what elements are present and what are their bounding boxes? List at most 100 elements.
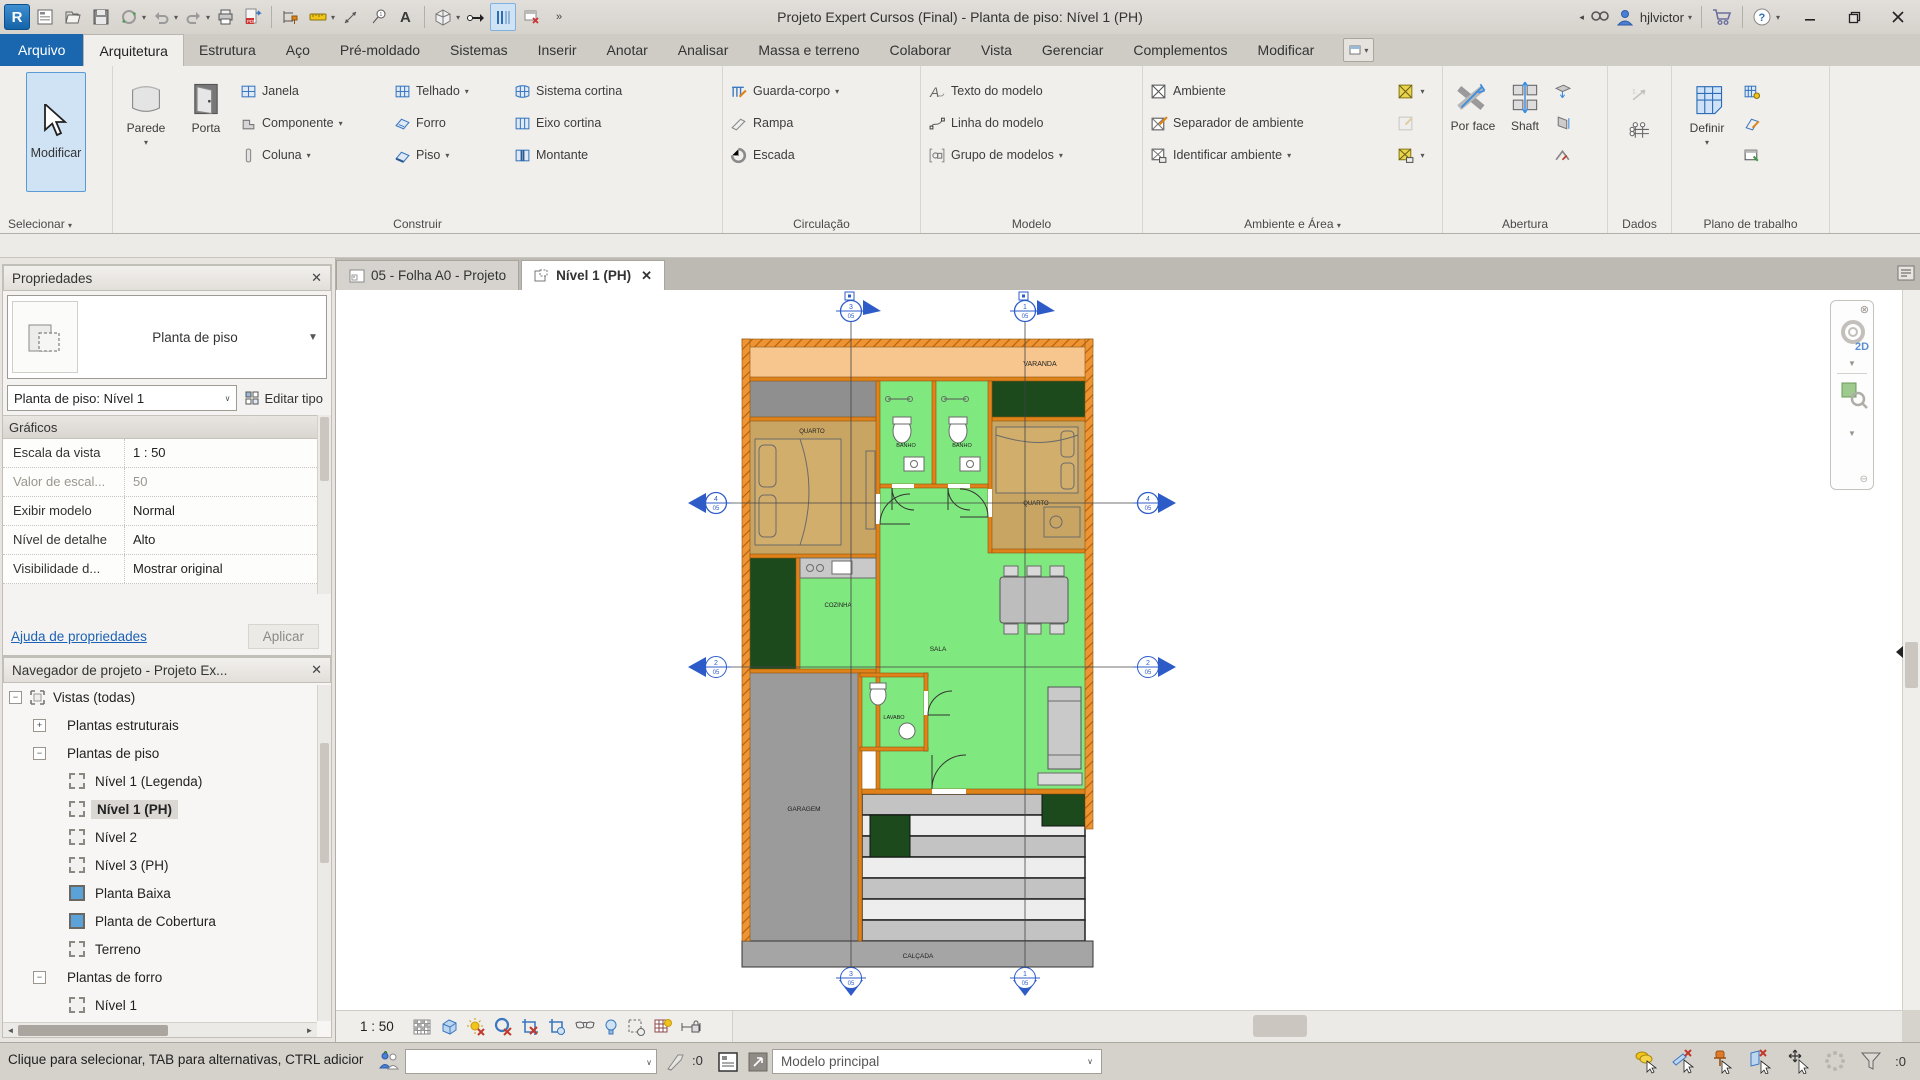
tab-gerenciar[interactable]: Gerenciar (1027, 34, 1118, 66)
ribbon-display-toggle[interactable]: ▾ (1343, 38, 1374, 62)
curtain-system-button[interactable]: Sistema cortina (511, 78, 661, 104)
filter-icon[interactable] (1859, 1050, 1883, 1072)
tree-item-terreno[interactable]: Terreno (3, 935, 331, 963)
room-button[interactable]: Ambiente (1147, 78, 1392, 104)
property-row[interactable]: Nível de detalheAlto (3, 526, 319, 555)
window-button[interactable]: Janela (237, 78, 389, 104)
tree-item-nivel1-ph[interactable]: Nível 1 (PH) (3, 795, 331, 823)
properties-help-link[interactable]: Ajuda de propriedades (11, 629, 147, 644)
tree-item-planta-baixa[interactable]: Planta Baixa (3, 879, 331, 907)
tab-aco[interactable]: Aço (271, 34, 325, 66)
dormer-opening-button[interactable] (1551, 142, 1585, 168)
properties-scrollbar[interactable] (317, 415, 331, 594)
close-icon[interactable]: ✕ (311, 270, 322, 286)
tab-sistemas[interactable]: Sistemas (435, 34, 523, 66)
close-icon[interactable]: ⊗ (1860, 303, 1869, 316)
vertical-opening-button[interactable] (1551, 110, 1585, 136)
component-button[interactable]: Componente▾ (237, 110, 389, 136)
worksets-select[interactable]: ∨ (405, 1049, 657, 1074)
temporary-hide-isolate-icon[interactable] (574, 1017, 596, 1037)
restore-button[interactable] (1832, 0, 1876, 34)
tab-complementos[interactable]: Complementos (1118, 34, 1242, 66)
canvas-vscrollbar[interactable] (1902, 290, 1920, 1010)
design-option-select[interactable]: Modelo principal∨ (772, 1049, 1102, 1074)
canvas-hscrollbar[interactable] (732, 1011, 1902, 1042)
constraints-icon[interactable] (680, 1017, 702, 1037)
tree-item-planta-cobertura[interactable]: Planta de Cobertura (3, 907, 331, 935)
navbar-menu-icon[interactable]: ⊖ (1860, 474, 1868, 485)
model-text-button[interactable]: ATexto do modelo (925, 78, 1138, 104)
visual-style-icon[interactable] (412, 1017, 432, 1037)
tree-item-plantas-de-forro[interactable]: −Plantas de forro (3, 963, 331, 991)
view-scale[interactable]: 1 : 50 (360, 1019, 394, 1034)
help-icon[interactable]: ? (1752, 7, 1772, 27)
area-boundary-button[interactable] (1394, 110, 1438, 136)
help-chevron[interactable]: ▾ (1776, 13, 1780, 22)
chevron-down-icon[interactable]: ▼ (1848, 429, 1856, 438)
tab-arquivo[interactable]: Arquivo (0, 34, 83, 66)
properties-header[interactable]: Propriedades✕ (3, 265, 331, 291)
tree-item-forro-nivel1[interactable]: Nível 1 (3, 991, 331, 1019)
tab-vista[interactable]: Vista (966, 34, 1027, 66)
ramp-button[interactable]: Rampa (727, 110, 916, 136)
crop-region-icon[interactable] (520, 1017, 540, 1037)
model-line-button[interactable]: Linha do modelo (925, 110, 1138, 136)
property-row[interactable]: Visibilidade d...Mostrar original (3, 555, 319, 584)
select-links-icon[interactable] (1633, 1048, 1659, 1074)
panel-label-selecionar[interactable]: Selecionar ▾ (0, 217, 112, 231)
active-only-icon[interactable] (746, 1050, 770, 1074)
drawing-canvas[interactable]: VARANDA BANHO BANHO QUARTO QUARTO SALA C… (336, 290, 1902, 1010)
tab-modificar[interactable]: Modificar (1243, 34, 1330, 66)
tab-anotar[interactable]: Anotar (592, 34, 663, 66)
mullion-button[interactable]: Montante (511, 142, 661, 168)
tab-estrutura[interactable]: Estrutura (184, 34, 271, 66)
close-icon[interactable]: ✕ (641, 268, 652, 284)
type-selector[interactable]: Planta de piso ▼ (7, 295, 327, 379)
level-button[interactable]: 1. (1627, 82, 1653, 108)
chevron-down-icon[interactable]: ▼ (308, 332, 326, 343)
drag-on-selection-icon[interactable] (1785, 1048, 1811, 1074)
select-by-face-icon[interactable] (1747, 1048, 1773, 1074)
search-icon[interactable] (1590, 8, 1610, 26)
tag-area-button[interactable]: ▾ (1394, 142, 1438, 168)
show-crop-icon[interactable] (547, 1017, 567, 1037)
door-button[interactable]: Porta (177, 72, 235, 206)
tree-item-nivel3-ph[interactable]: Nível 3 (PH) (3, 851, 331, 879)
view-tab-active[interactable]: Nível 1 (PH) ✕ (521, 260, 665, 290)
panel-label-ambiente[interactable]: Ambiente e Área ▾ (1143, 217, 1442, 231)
stair-button[interactable]: Escada (727, 142, 916, 168)
area-button[interactable]: ▾ (1394, 78, 1438, 104)
railing-button[interactable]: Guarda-corpo▾ (727, 78, 916, 104)
browser-vscrollbar[interactable] (317, 685, 331, 1021)
tab-arquitetura[interactable]: Arquitetura (83, 34, 183, 66)
username[interactable]: hjlvictor (1640, 10, 1684, 25)
wall-button[interactable]: Parede ▾ (117, 72, 175, 206)
ceiling-button[interactable]: Forro (391, 110, 509, 136)
floor-button[interactable]: Piso▾ (391, 142, 509, 168)
workplane-viewer-button[interactable] (1740, 142, 1774, 168)
collapse-arrow-icon[interactable]: ◂ (1579, 12, 1584, 23)
tree-item-plantas-de-piso[interactable]: −Plantas de piso (3, 739, 331, 767)
steering-wheel-2d-icon[interactable]: 2D (1839, 319, 1869, 353)
design-options-icon[interactable] (716, 1050, 740, 1074)
roof-button[interactable]: Telhado▾ (391, 78, 509, 104)
reference-plane-button[interactable] (1740, 110, 1774, 136)
tab-colaborar[interactable]: Colaborar (875, 34, 966, 66)
room-separator-button[interactable]: Separador de ambiente (1147, 110, 1392, 136)
tab-inserir[interactable]: Inserir (523, 34, 592, 66)
tab-analisar[interactable]: Analisar (663, 34, 744, 66)
opening-by-face-button[interactable]: Por face (1447, 72, 1499, 206)
tree-item-nivel1-legenda[interactable]: Nível 1 (Legenda) (3, 767, 331, 795)
property-row[interactable]: Exibir modeloNormal (3, 497, 319, 526)
palette-collapse-arrow[interactable] (1896, 646, 1903, 658)
tree-item-vistas[interactable]: −Vistas (todas) (3, 683, 331, 711)
zoom-region-icon[interactable] (1840, 381, 1868, 409)
set-workplane-button[interactable]: Definir ▾ (1676, 72, 1738, 206)
instance-selector[interactable]: Planta de piso: Nível 1∨ (7, 385, 237, 411)
edit-type-button[interactable]: Editar tipo (241, 385, 327, 411)
tab-pre-moldado[interactable]: Pré-moldado (325, 34, 435, 66)
browser-header[interactable]: Navegador de projeto - Projeto Ex...✕ (3, 657, 331, 683)
chevron-down-icon[interactable]: ▼ (1848, 359, 1856, 368)
app-store-cart-icon[interactable] (1711, 7, 1733, 27)
editable-only-icon[interactable] (664, 1051, 686, 1073)
